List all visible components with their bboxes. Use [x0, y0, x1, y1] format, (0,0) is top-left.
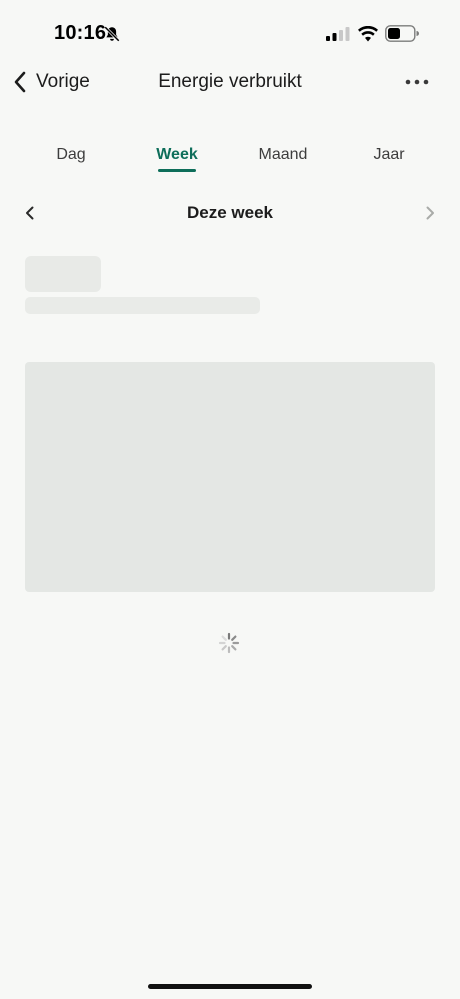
- wifi-icon: [358, 26, 378, 42]
- status-time: 10:16: [54, 22, 107, 44]
- page-title: Energie verbruikt: [158, 71, 302, 92]
- period-label: Deze week: [187, 203, 273, 222]
- bell-slash-icon: [104, 26, 120, 42]
- skeleton-value-placeholder: [25, 256, 101, 292]
- period-tabs: Dag Week Maand Jaar: [18, 140, 442, 176]
- more-button[interactable]: [404, 70, 430, 94]
- battery-icon: [385, 25, 419, 42]
- skeleton-chart-placeholder: [25, 362, 435, 592]
- chevron-right-icon[interactable]: [420, 202, 440, 224]
- period-navigator: Deze week: [0, 198, 460, 228]
- tab-maand[interactable]: Maand: [230, 140, 336, 176]
- more-horizontal-icon: [405, 79, 429, 85]
- home-indicator[interactable]: [148, 984, 312, 989]
- skeleton-subtitle-placeholder: [25, 297, 260, 314]
- spinner-icon: [218, 632, 240, 654]
- tab-jaar[interactable]: Jaar: [336, 140, 442, 176]
- status-bar: 10:16: [0, 0, 460, 60]
- tab-dag[interactable]: Dag: [18, 140, 124, 176]
- signal-icon: [326, 27, 350, 41]
- tab-week[interactable]: Week: [124, 140, 230, 176]
- header: Vorige Energie verbruikt: [0, 62, 460, 102]
